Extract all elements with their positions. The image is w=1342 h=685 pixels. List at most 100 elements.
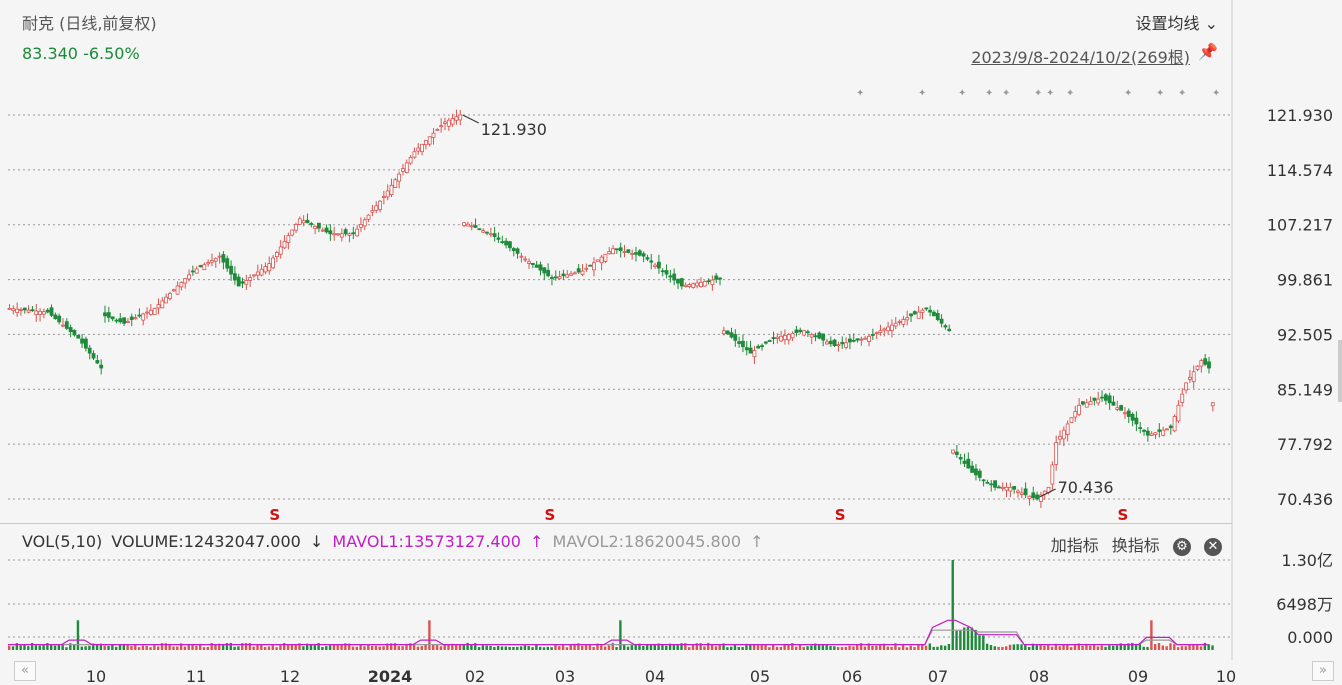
volume-bar [516,646,519,650]
event-marker: S [544,506,555,524]
candle-body [183,278,188,284]
candle-body [30,309,35,312]
volume-bar [27,646,30,650]
volume-bar [195,645,198,650]
volume-bar [1050,646,1054,650]
volume-bar [645,644,649,650]
candlestick-chart[interactable]: 121.930 114.574 107.217 99.861 92.505 85.149 7… [0,0,1342,685]
candle-body [99,364,104,369]
candle-body [129,316,134,320]
volume-bar [1142,646,1145,650]
event-dot-icon: ✦ [1212,88,1220,99]
volume-bar [1108,645,1111,650]
candle-body [848,338,852,343]
candle-body [393,179,398,188]
volume-bar [649,645,653,650]
candle-body [1207,361,1211,369]
volume-bar [626,646,630,650]
volume-bar [1207,644,1210,650]
volume-bar [787,644,790,650]
candle-body [427,136,432,145]
candle-body [317,222,321,229]
candle-body [103,312,107,317]
volume-bar [1165,646,1168,650]
candle-body [57,315,62,323]
candle-body [760,345,764,347]
low-label: 70.436 [1058,478,1114,497]
volume-bar [1035,645,1038,650]
close-icon[interactable]: ✕ [1204,537,1222,556]
volume-bar [661,644,664,650]
volume-bar [588,644,592,650]
scroll-left-button[interactable]: « [14,661,36,681]
candle-body [718,277,722,280]
candle-body [458,114,463,121]
candle-body [72,329,77,336]
candle-body [1115,407,1120,410]
volume-bar [852,646,855,650]
volume-bar [416,646,420,650]
candle-body [420,143,424,153]
add-indicator-button[interactable]: 加指标 [1051,536,1099,555]
candle-body [236,276,241,287]
panel-resize-handle[interactable] [1338,340,1342,402]
candle-body [1172,416,1177,432]
candle-body [282,240,287,249]
scroll-right-button[interactable]: » [1312,661,1334,681]
volume-bar [741,647,744,650]
volume-bar [302,646,305,650]
candle-body [779,335,784,342]
candle-body [1107,395,1112,404]
candle-body [905,317,910,321]
volume-bar [821,645,825,650]
gear-icon[interactable]: ⚙ [1172,537,1191,556]
volume-bar [538,646,542,650]
candle-body [68,327,73,333]
volume-bar [267,646,271,650]
candle-body [832,339,837,347]
candle-body [22,307,27,311]
volume-bar [714,646,718,650]
candle-body [962,460,967,464]
candle-body [870,334,875,336]
candle-body [645,257,650,260]
candle-body [786,334,791,341]
candle-body [148,309,153,315]
candle-body [1180,393,1185,403]
candle-body [370,210,375,213]
candle-body [622,251,627,253]
x-tick-label: 04 [645,667,665,685]
candle-body [469,225,474,228]
candle-body [683,284,688,287]
candle-body [741,340,745,348]
switch-indicator-button[interactable]: 换指标 [1112,536,1160,555]
volume-bar [252,646,255,650]
volume-bar [477,647,481,650]
volume-bar [817,645,821,650]
volume-bar [57,644,61,650]
candle-body [756,345,761,349]
candle-body [64,321,69,329]
candle-body [939,318,944,324]
candle-body [947,328,952,332]
candle-body [1187,376,1192,380]
volume-bar [1092,644,1096,650]
volume-bar [565,647,569,650]
candle-body [374,205,379,211]
event-dot-icon: ✦ [985,88,993,99]
candle-body [783,334,787,341]
volume-bar [905,647,909,650]
volume-bar [191,644,194,650]
volume-bar [328,645,332,650]
volume-bar [256,645,259,650]
candle-body [966,458,971,469]
candle-body [286,235,291,244]
volume-bar [1199,646,1203,650]
candle-body [954,451,959,455]
volume-bar [558,646,561,650]
candle-body [213,257,218,262]
event-dot-icon: ✦ [1124,88,1132,99]
volume-bar [290,644,294,650]
candle-body [771,337,776,339]
candle-body [385,190,390,198]
